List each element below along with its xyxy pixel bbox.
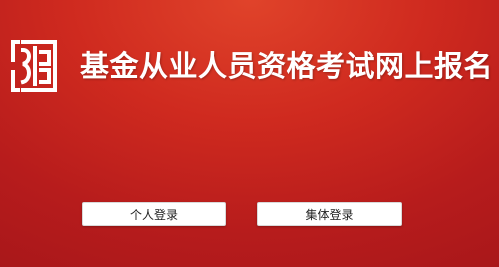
seal-logo-icon — [11, 40, 57, 92]
personal-login-button[interactable]: 个人登录 — [82, 202, 226, 226]
site-title: 基金从业人员资格考试网上报名 — [80, 49, 492, 83]
group-login-button[interactable]: 集体登录 — [257, 202, 402, 226]
logo — [9, 38, 59, 94]
